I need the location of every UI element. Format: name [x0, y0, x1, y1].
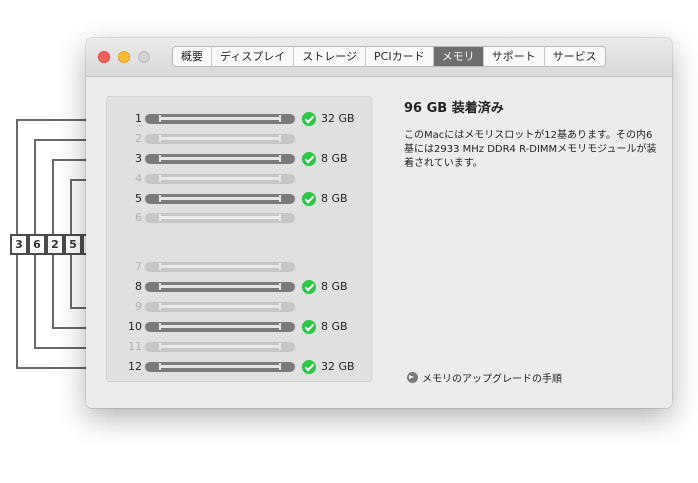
dimm-module	[145, 282, 295, 292]
slot-number: 10	[128, 320, 142, 333]
checkmark-icon	[302, 192, 316, 206]
checkmark-icon	[302, 152, 316, 166]
memory-slot-11: 11	[107, 340, 373, 354]
slot-number: 9	[135, 300, 142, 313]
slot-number: 11	[128, 340, 142, 353]
dimm-module	[145, 322, 295, 332]
dimm-module	[145, 194, 295, 204]
slot-number: 3	[135, 152, 142, 165]
close-button[interactable]	[98, 51, 110, 63]
memory-slot-8: 8 8 GB	[107, 280, 373, 294]
memory-slot-diagram: 1 32 GB 2 3 8 GB 4 5 8 GB 6 7 8 8 GB 9 1…	[106, 96, 372, 382]
title-bar: 概要 ディスプレイ ストレージ PCIカード メモリ サポート サービス	[86, 38, 672, 77]
memory-description: このMacにはメモリスロットが12基あります。その内6基には2933 MHz D…	[404, 130, 657, 169]
callout-label-5: 5	[64, 234, 82, 255]
zoom-button[interactable]	[138, 51, 150, 63]
dimm-module	[145, 114, 295, 124]
tab-pci-cards[interactable]: PCIカード	[366, 47, 434, 66]
slot-size: 32 GB	[321, 360, 355, 373]
slot-number: 2	[135, 132, 142, 145]
callout-label-2: 2	[46, 234, 64, 255]
memory-upgrade-link[interactable]: メモリのアップグレードの手順	[407, 370, 562, 385]
checkmark-icon	[302, 360, 316, 374]
slot-number: 12	[128, 360, 142, 373]
slot-size: 8 GB	[321, 320, 348, 333]
empty-slot	[145, 174, 295, 184]
checkmark-icon	[302, 280, 316, 294]
memory-slot-7: 7	[107, 260, 373, 274]
dimm-module	[145, 154, 295, 164]
slot-size: 32 GB	[321, 112, 355, 125]
empty-slot	[145, 302, 295, 312]
empty-slot	[145, 342, 295, 352]
tab-displays[interactable]: ディスプレイ	[212, 47, 295, 66]
callout-label-3: 3	[10, 234, 28, 255]
checkmark-icon	[302, 112, 316, 126]
empty-slot	[145, 262, 295, 272]
memory-slot-1: 1 32 GB	[107, 112, 373, 126]
slot-number: 5	[135, 192, 142, 205]
memory-slot-12: 12 32 GB	[107, 360, 373, 374]
slot-size: 8 GB	[321, 280, 348, 293]
slot-number: 8	[135, 280, 142, 293]
tab-storage[interactable]: ストレージ	[294, 47, 367, 66]
slot-size: 8 GB	[321, 192, 348, 205]
memory-slot-10: 10 8 GB	[107, 320, 373, 334]
tab-support[interactable]: サポート	[484, 47, 545, 66]
empty-slot	[145, 134, 295, 144]
empty-slot	[145, 213, 295, 223]
memory-slot-2: 2	[107, 132, 373, 146]
tab-service[interactable]: サービス	[545, 47, 605, 66]
memory-upgrade-link-label: メモリのアップグレードの手順	[422, 374, 562, 385]
slot-size: 8 GB	[321, 152, 348, 165]
slot-number: 4	[135, 172, 142, 185]
memory-slot-3: 3 8 GB	[107, 152, 373, 166]
slot-number: 1	[135, 112, 142, 125]
memory-slot-5: 5 8 GB	[107, 192, 373, 206]
memory-slot-6: 6	[107, 211, 373, 225]
tab-memory[interactable]: メモリ	[433, 47, 484, 66]
tab-bar: 概要 ディスプレイ ストレージ PCIカード メモリ サポート サービス	[172, 46, 606, 67]
dimm-module	[145, 362, 295, 372]
slot-number: 6	[135, 211, 142, 224]
about-this-mac-window: 概要 ディスプレイ ストレージ PCIカード メモリ サポート サービス 1 3…	[86, 38, 672, 408]
memory-slot-4: 4	[107, 172, 373, 186]
memory-total-heading: 96 GB 装着済み	[404, 101, 504, 116]
callout-label-6: 6	[28, 234, 46, 255]
tab-overview[interactable]: 概要	[173, 47, 212, 66]
checkmark-icon	[302, 320, 316, 334]
slot-number: 7	[135, 260, 142, 273]
arrow-right-circle-icon	[407, 372, 418, 383]
minimize-button[interactable]	[118, 51, 130, 63]
memory-slot-9: 9	[107, 300, 373, 314]
